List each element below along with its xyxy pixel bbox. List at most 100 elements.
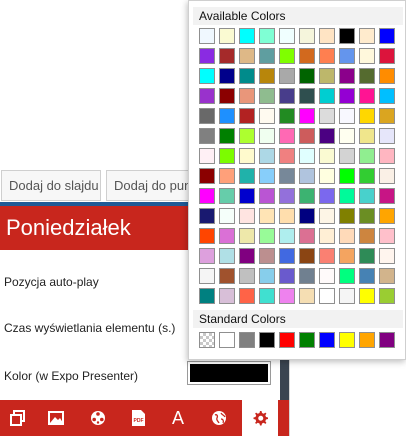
- color-swatch[interactable]: [319, 88, 335, 104]
- color-swatch[interactable]: [199, 128, 215, 144]
- color-swatch[interactable]: [339, 228, 355, 244]
- color-swatch[interactable]: [299, 48, 315, 64]
- color-swatch[interactable]: [319, 28, 335, 44]
- color-swatch[interactable]: [379, 248, 395, 264]
- color-swatch[interactable]: [319, 148, 335, 164]
- color-swatch[interactable]: [319, 48, 335, 64]
- color-swatch[interactable]: [219, 48, 235, 64]
- image-icon[interactable]: [40, 400, 72, 436]
- color-swatch[interactable]: [239, 68, 255, 84]
- copy-icon[interactable]: [2, 400, 34, 436]
- color-swatch[interactable]: [259, 168, 275, 184]
- color-swatch[interactable]: [259, 228, 275, 244]
- color-swatch[interactable]: [299, 188, 315, 204]
- color-swatch[interactable]: [259, 28, 275, 44]
- color-swatch[interactable]: [239, 288, 255, 304]
- color-swatch[interactable]: [199, 168, 215, 184]
- color-swatch[interactable]: [299, 208, 315, 224]
- color-swatch[interactable]: [339, 268, 355, 284]
- color-swatch[interactable]: [359, 128, 375, 144]
- color-swatch[interactable]: [299, 28, 315, 44]
- add-to-point-button[interactable]: Dodaj do punktu: [106, 170, 196, 201]
- color-swatch[interactable]: [379, 28, 395, 44]
- color-swatch[interactable]: [239, 188, 255, 204]
- add-to-slide-button[interactable]: Dodaj do slajdu: [1, 170, 101, 201]
- text-icon[interactable]: A: [162, 400, 194, 436]
- standard-color-swatch[interactable]: [299, 332, 315, 348]
- color-swatch[interactable]: [299, 228, 315, 244]
- standard-color-swatch[interactable]: [359, 332, 375, 348]
- color-swatch[interactable]: [219, 268, 235, 284]
- standard-color-swatch[interactable]: [339, 332, 355, 348]
- color-swatch[interactable]: [239, 28, 255, 44]
- color-swatch[interactable]: [319, 208, 335, 224]
- color-swatch[interactable]: [219, 248, 235, 264]
- standard-color-swatch[interactable]: [219, 332, 235, 348]
- color-swatch[interactable]: [359, 268, 375, 284]
- color-swatch[interactable]: [319, 68, 335, 84]
- color-swatch[interactable]: [359, 168, 375, 184]
- color-swatch[interactable]: [199, 88, 215, 104]
- color-swatch[interactable]: [319, 248, 335, 264]
- color-swatch[interactable]: [239, 48, 255, 64]
- color-swatch[interactable]: [359, 48, 375, 64]
- transparent-color-swatch[interactable]: [199, 332, 215, 348]
- color-swatch[interactable]: [199, 288, 215, 304]
- color-picker-swatch[interactable]: [187, 361, 271, 385]
- color-swatch[interactable]: [379, 188, 395, 204]
- color-swatch[interactable]: [339, 48, 355, 64]
- color-swatch[interactable]: [319, 108, 335, 124]
- color-swatch[interactable]: [319, 268, 335, 284]
- color-swatch[interactable]: [379, 208, 395, 224]
- color-swatch[interactable]: [279, 268, 295, 284]
- color-swatch[interactable]: [379, 108, 395, 124]
- color-swatch[interactable]: [379, 128, 395, 144]
- color-swatch[interactable]: [299, 268, 315, 284]
- gear-icon[interactable]: [242, 400, 278, 436]
- color-swatch[interactable]: [339, 208, 355, 224]
- color-swatch[interactable]: [239, 208, 255, 224]
- color-swatch[interactable]: [239, 148, 255, 164]
- color-swatch[interactable]: [339, 108, 355, 124]
- color-swatch[interactable]: [359, 228, 375, 244]
- color-swatch[interactable]: [219, 208, 235, 224]
- globe-icon[interactable]: [203, 400, 235, 436]
- color-swatch[interactable]: [299, 148, 315, 164]
- color-swatch[interactable]: [359, 248, 375, 264]
- color-swatch[interactable]: [259, 48, 275, 64]
- color-swatch[interactable]: [219, 228, 235, 244]
- color-swatch[interactable]: [359, 208, 375, 224]
- color-swatch[interactable]: [319, 228, 335, 244]
- color-swatch[interactable]: [359, 88, 375, 104]
- color-swatch[interactable]: [199, 28, 215, 44]
- video-reel-icon[interactable]: [82, 400, 114, 436]
- color-swatch[interactable]: [299, 108, 315, 124]
- color-swatch[interactable]: [379, 68, 395, 84]
- color-swatch[interactable]: [199, 108, 215, 124]
- color-swatch[interactable]: [339, 88, 355, 104]
- color-swatch[interactable]: [219, 188, 235, 204]
- color-swatch[interactable]: [279, 248, 295, 264]
- color-swatch[interactable]: [279, 188, 295, 204]
- pdf-icon[interactable]: PDF: [122, 400, 154, 436]
- color-swatch[interactable]: [299, 288, 315, 304]
- color-swatch[interactable]: [219, 68, 235, 84]
- color-swatch[interactable]: [259, 208, 275, 224]
- color-swatch[interactable]: [279, 28, 295, 44]
- color-swatch[interactable]: [199, 268, 215, 284]
- color-swatch[interactable]: [379, 268, 395, 284]
- color-swatch[interactable]: [279, 68, 295, 84]
- color-swatch[interactable]: [319, 288, 335, 304]
- color-swatch[interactable]: [319, 128, 335, 144]
- color-swatch[interactable]: [239, 108, 255, 124]
- color-swatch[interactable]: [219, 28, 235, 44]
- color-swatch[interactable]: [379, 168, 395, 184]
- color-swatch[interactable]: [199, 208, 215, 224]
- color-swatch[interactable]: [199, 188, 215, 204]
- color-swatch[interactable]: [379, 228, 395, 244]
- color-swatch[interactable]: [279, 288, 295, 304]
- color-swatch[interactable]: [259, 88, 275, 104]
- standard-color-swatch[interactable]: [279, 332, 295, 348]
- color-swatch[interactable]: [259, 108, 275, 124]
- color-swatch[interactable]: [359, 148, 375, 164]
